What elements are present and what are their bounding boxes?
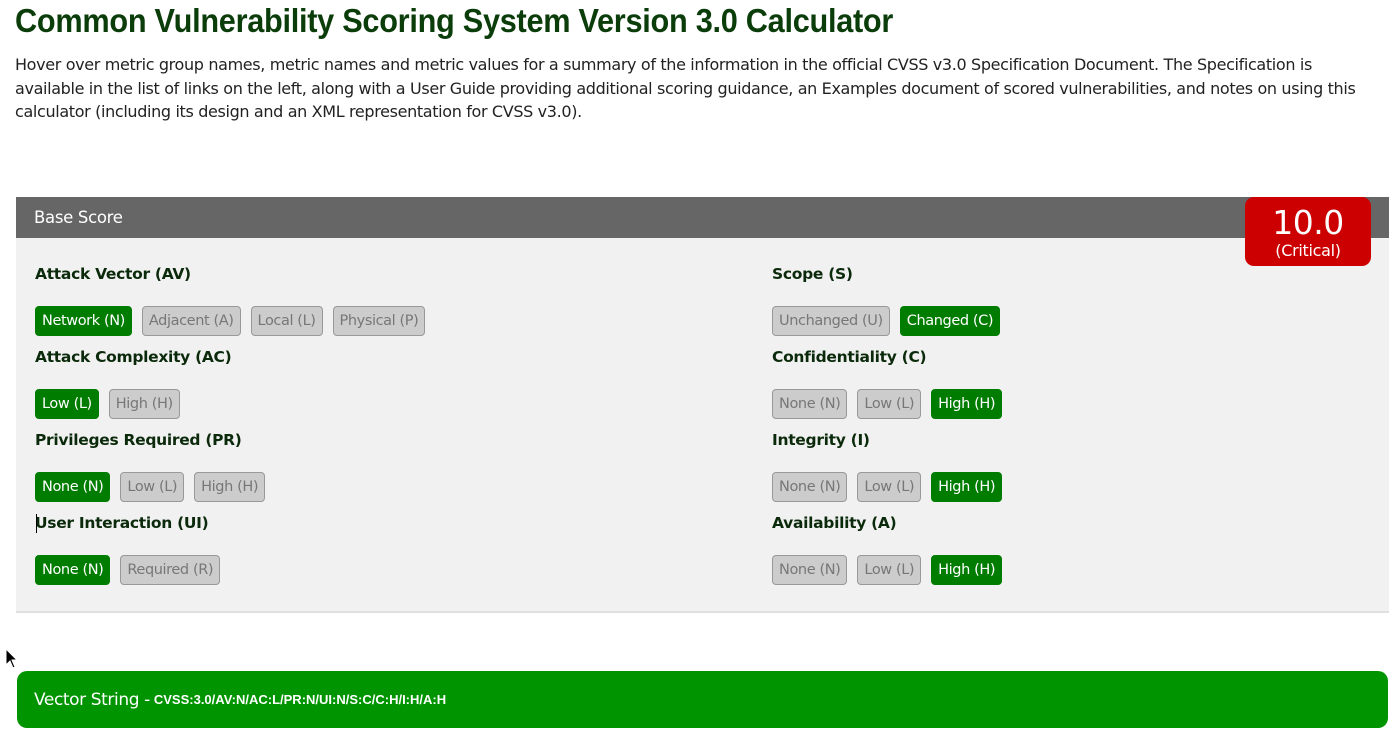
- metric-label[interactable]: Scope (S): [772, 265, 1000, 285]
- metric-options: None (N) Required (R): [35, 555, 221, 585]
- score-badge: 10.0 (Critical): [1245, 197, 1371, 266]
- metric-options: None (N) Low (L) High (H): [35, 472, 266, 502]
- metric-option-button[interactable]: Low (L): [857, 472, 922, 502]
- metric-label[interactable]: User Interaction (UI): [35, 514, 220, 534]
- metric-option-button[interactable]: Required (R): [120, 555, 221, 585]
- metric-option-button[interactable]: Unchanged (U): [772, 306, 890, 336]
- metric-option-button[interactable]: Physical (P): [332, 306, 426, 336]
- vector-string-bar: Vector String - CVSS:3.0/AV:N/AC:L/PR:N/…: [17, 671, 1388, 728]
- page-title: Common Vulnerability Scoring System Vers…: [15, 2, 894, 39]
- metric-privileges-required-pr: Privileges Required (PR) None (N) Low (L) H…: [35, 431, 266, 502]
- metric-user-interaction-ui: User Interaction (UI) None (N) Required (R…: [35, 514, 221, 585]
- metric-options: None (N) Low (L) High (H): [772, 472, 1003, 502]
- metric-label[interactable]: Confidentiality (C): [772, 348, 1002, 368]
- metric-option-button[interactable]: Adjacent (A): [141, 306, 241, 336]
- metric-option-button[interactable]: High (H): [194, 472, 266, 502]
- metric-attack-complexity-ac: Attack Complexity (AC) Low (L) High (H): [35, 348, 232, 419]
- metric-confidentiality-c: Confidentiality (C) None (N) Low (L) High (…: [772, 348, 1003, 419]
- metric-option-button[interactable]: None (N): [772, 555, 848, 585]
- metric-options: None (N) Low (L) High (H): [772, 389, 1003, 419]
- metric-option-button[interactable]: None (N): [35, 472, 111, 502]
- metric-label[interactable]: Integrity (I): [772, 431, 1002, 451]
- metric-option-button[interactable]: Low (L): [120, 472, 185, 502]
- metric-option-button[interactable]: Low (L): [857, 555, 922, 585]
- metric-option-button[interactable]: Local (L): [250, 306, 323, 336]
- metric-options: Low (L) High (H): [35, 389, 231, 419]
- metric-attack-vector-av: Attack Vector (AV) Network (N) Adjacent (A…: [35, 265, 426, 336]
- vector-string-label: Vector String -: [34, 689, 150, 710]
- metric-option-button[interactable]: High (H): [931, 472, 1003, 502]
- metric-options: Network (N) Adjacent (A) Local (L) Physical…: [35, 306, 426, 336]
- base-score-panel: Base Score 10.0 (Critical) Attack Vector…: [16, 197, 1389, 613]
- metric-scope-s: Scope (S) Unchanged (U) Changed (C): [772, 265, 1001, 336]
- metric-label[interactable]: Attack Vector (AV): [35, 265, 425, 285]
- metric-option-button[interactable]: None (N): [772, 389, 848, 419]
- vector-string-value[interactable]: CVSS:3.0/AV:N/AC:L/PR:N/UI:N/S:C/C:H/I:H…: [154, 692, 446, 707]
- mouse-pointer-icon: [5, 648, 19, 669]
- metric-option-button[interactable]: Low (L): [35, 389, 99, 419]
- metric-option-button[interactable]: High (H): [931, 555, 1003, 585]
- score-value: 10.0: [1272, 203, 1344, 242]
- metric-label[interactable]: Availability (A): [772, 514, 1002, 534]
- metric-option-button[interactable]: Network (N): [35, 306, 132, 336]
- text-caret: [36, 514, 37, 533]
- metric-option-button[interactable]: Low (L): [857, 389, 922, 419]
- intro-text: Hover over metric group names, metric na…: [15, 55, 1356, 121]
- base-score-header[interactable]: Base Score: [16, 197, 1389, 238]
- metric-label[interactable]: Privileges Required (PR): [35, 431, 265, 451]
- metric-availability-a: Availability (A) None (N) Low (L) High (H): [772, 514, 1003, 585]
- metric-integrity-i: Integrity (I) None (N) Low (L) High (H): [772, 431, 1003, 502]
- metric-label[interactable]: Attack Complexity (AC): [35, 348, 232, 368]
- metric-option-button[interactable]: None (N): [772, 472, 848, 502]
- metric-option-button[interactable]: Changed (C): [899, 306, 1001, 336]
- metric-options: Unchanged (U) Changed (C): [772, 306, 1001, 336]
- metric-option-button[interactable]: High (H): [931, 389, 1003, 419]
- metric-options: None (N) Low (L) High (H): [772, 555, 1003, 585]
- score-severity: (Critical): [1275, 241, 1341, 260]
- metric-option-button[interactable]: None (N): [35, 555, 111, 585]
- metric-option-button[interactable]: High (H): [108, 389, 180, 419]
